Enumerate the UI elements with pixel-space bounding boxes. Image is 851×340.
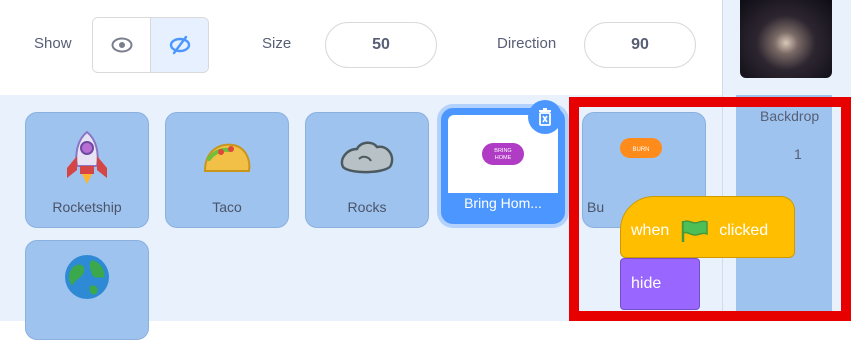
size-input[interactable]: 50	[325, 22, 437, 68]
eye-icon	[111, 37, 132, 53]
thumb-text-line1: BRING	[494, 148, 511, 154]
sprite-tile-rocketship[interactable]: Rocketship	[25, 112, 149, 228]
trash-icon	[539, 108, 551, 126]
show-label: Show	[34, 35, 72, 52]
show-hidden-button[interactable]	[151, 18, 208, 72]
sprite-name: Rocks	[347, 199, 387, 215]
taco-icon	[166, 127, 288, 187]
thumb-text-line2: HOME	[495, 155, 512, 161]
show-visible-button[interactable]	[93, 18, 151, 72]
highlight-box	[569, 97, 851, 321]
sprite-name: Rocketship	[52, 199, 122, 215]
direction-label: Direction	[497, 35, 557, 52]
sprite-info-bar: Show Size 50 Direction 90	[0, 0, 722, 95]
sprite-tile-rocks[interactable]: Rocks	[305, 112, 429, 228]
size-label: Size	[262, 35, 292, 52]
sprite-tile-taco[interactable]: Taco	[165, 112, 289, 228]
sprite-name: Taco	[212, 199, 242, 215]
show-toggle-group	[92, 17, 209, 73]
sprite-name: Bring Hom...	[464, 195, 542, 211]
direction-input[interactable]: 90	[584, 22, 696, 68]
delete-sprite-button[interactable]	[528, 100, 562, 134]
sprite-tile-earth[interactable]	[25, 240, 149, 340]
rock-icon	[306, 127, 428, 187]
rocket-icon	[26, 127, 148, 187]
earth-icon	[26, 247, 148, 307]
eye-slash-icon	[169, 35, 190, 55]
backdrop-thumbnail[interactable]	[740, 0, 832, 78]
